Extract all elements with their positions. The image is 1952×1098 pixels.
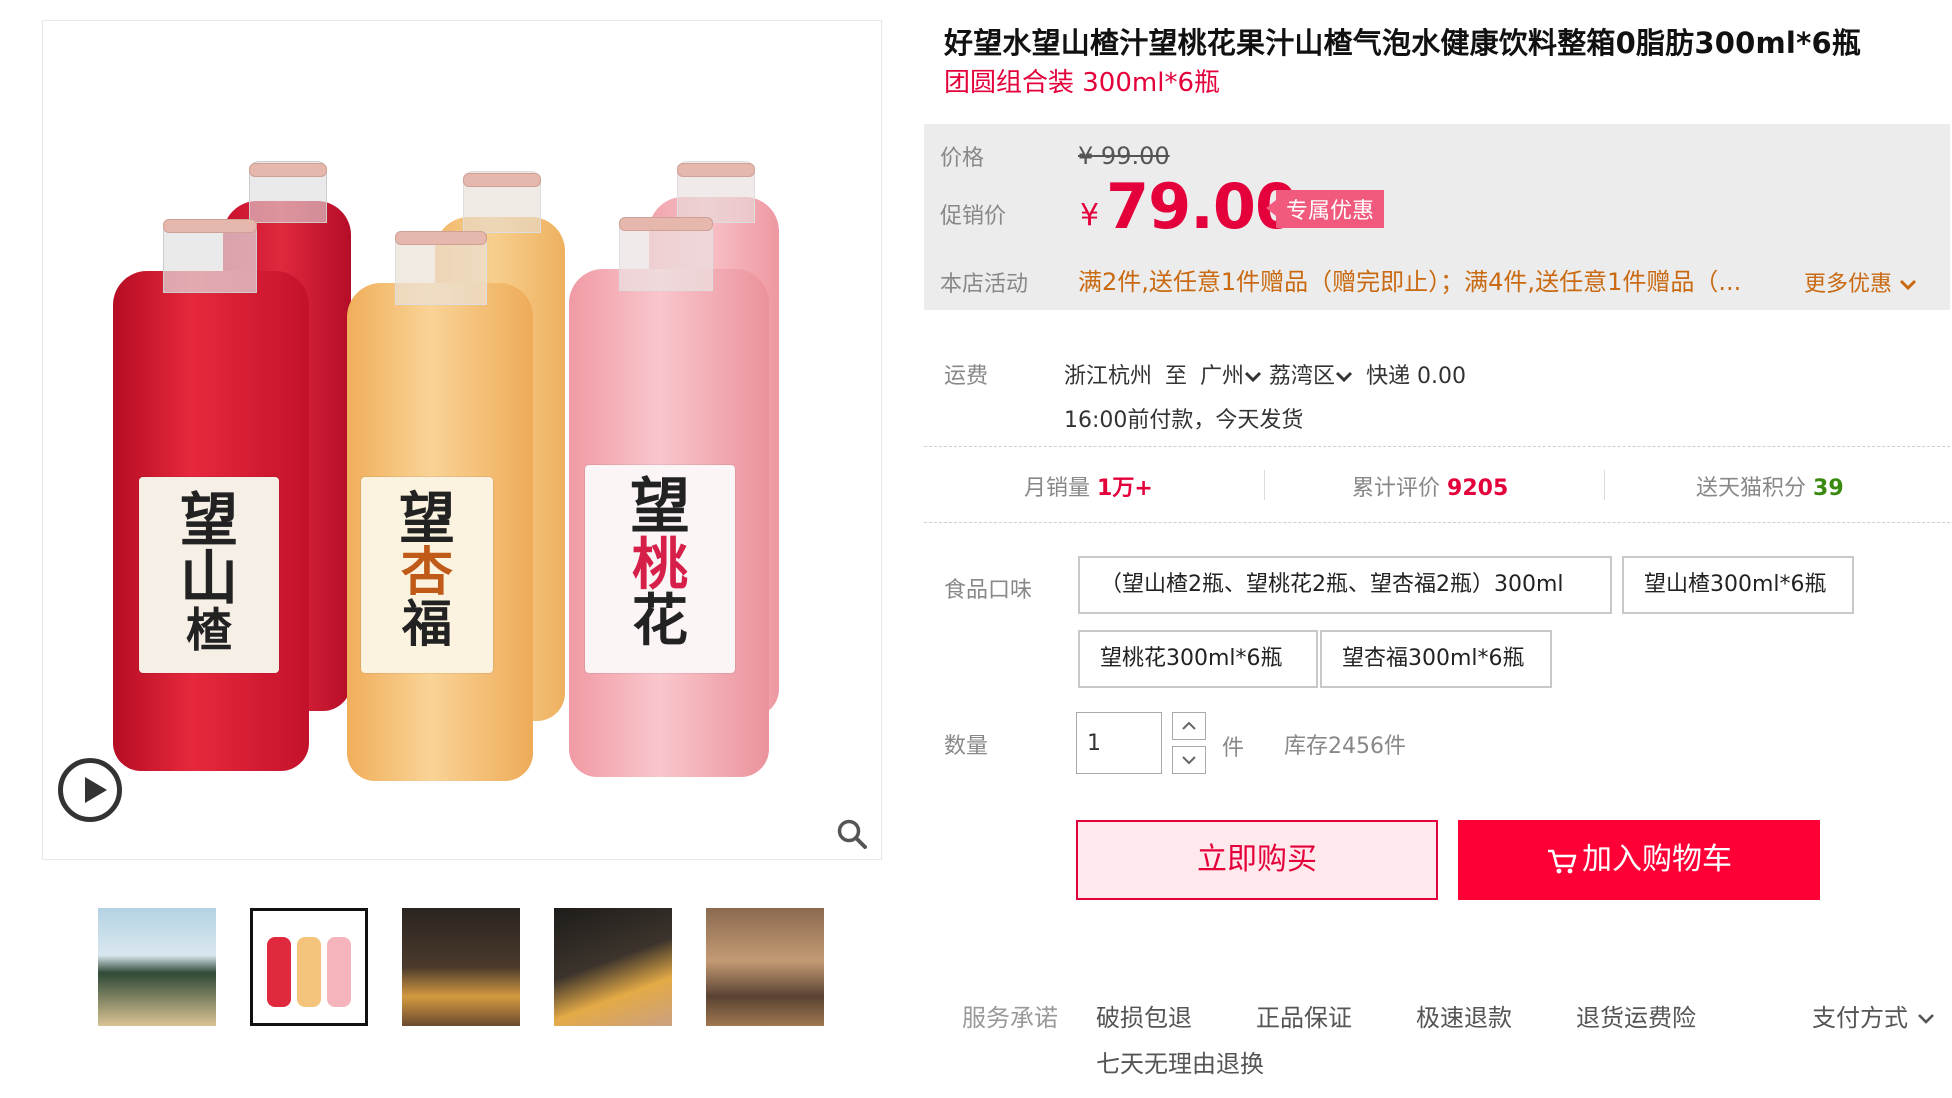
- quantity-input[interactable]: [1076, 712, 1162, 774]
- service-item[interactable]: 七天无理由退换: [1096, 1044, 1264, 1079]
- thumbnail-4[interactable]: [554, 908, 672, 1026]
- main-product-image[interactable]: 望 山 楂 望 杏 福 望 桃 花: [42, 20, 882, 860]
- flavor-label: 食品口味: [944, 578, 1033, 603]
- divider: [924, 522, 1950, 523]
- quantity-decrease-button[interactable]: [1172, 746, 1206, 774]
- original-price: ¥ 99.00: [1078, 142, 1170, 170]
- points-label: 送天猫积分: [1696, 476, 1807, 501]
- zoom-icon[interactable]: [836, 818, 868, 850]
- play-video-button[interactable]: [58, 758, 122, 822]
- activity-label: 本店活动: [940, 272, 1029, 297]
- city-value: 广州: [1200, 364, 1245, 389]
- thumbnail-5[interactable]: [706, 908, 824, 1026]
- price-panel: 价格 ¥ 99.00 促销价 ¥ 79.00 专属优惠 本店活动 满2件,送任意…: [924, 124, 1950, 310]
- flavor-option-peach[interactable]: 望桃花300ml*6瓶: [1078, 630, 1318, 688]
- bottle-cap: [619, 217, 713, 231]
- reviews-label: 累计评价: [1352, 476, 1441, 501]
- shipping-route: 浙江杭州 至 广州 荔湾区 快递 0.00: [1064, 358, 1466, 390]
- service-label: 服务承诺: [962, 1004, 1058, 1032]
- monthly-sales: 月销量 1万+: [1024, 470, 1153, 502]
- chevron-down-icon: [1917, 1014, 1934, 1024]
- service-item[interactable]: 退货运费险: [1576, 998, 1696, 1033]
- payment-label: 支付方式: [1812, 1004, 1908, 1032]
- more-offers-label: 更多优惠: [1804, 272, 1893, 297]
- chevron-down-icon: [1899, 279, 1917, 291]
- ship-from: 浙江杭州: [1064, 364, 1153, 389]
- chevron-down-icon: [1182, 756, 1196, 765]
- thumbnail-3[interactable]: [402, 908, 520, 1026]
- buy-now-button[interactable]: 立即购买: [1076, 820, 1438, 900]
- quantity-unit: 件: [1222, 736, 1245, 761]
- quantity-label: 数量: [944, 734, 989, 759]
- product-subtitle: 团圆组合装 300ml*6瓶: [944, 68, 1220, 98]
- bottle-cap: [249, 163, 327, 177]
- monthly-sales-label: 月销量: [1024, 476, 1091, 501]
- points-value: 39: [1813, 476, 1844, 501]
- bottle-cap: [677, 163, 755, 177]
- thumb-bottle: [267, 937, 291, 1007]
- divider: [1264, 470, 1265, 500]
- exclusive-discount-badge: 专属优惠: [1265, 190, 1385, 228]
- apricot-label: 望 杏 福: [361, 477, 493, 673]
- thumb-bottle: [297, 937, 321, 1007]
- promo-price-label: 促销价: [940, 204, 1007, 229]
- thumbnail-2[interactable]: [250, 908, 368, 1026]
- service-item[interactable]: 正品保证: [1256, 998, 1352, 1033]
- more-offers-link[interactable]: 更多优惠: [1804, 266, 1917, 298]
- original-price-value: 99.00: [1100, 142, 1170, 170]
- quantity-increase-button[interactable]: [1172, 712, 1206, 740]
- divider: [924, 446, 1950, 447]
- cart-icon: [1548, 849, 1577, 873]
- flavor-option-mixed[interactable]: （望山楂2瓶、望桃花2瓶、望杏福2瓶）300ml: [1078, 556, 1612, 614]
- bottle-cap: [395, 231, 487, 245]
- tmall-points: 送天猫积分 39: [1696, 470, 1844, 502]
- add-to-cart-label: 加入购物车: [1582, 842, 1732, 877]
- flavor-option-hawthorn[interactable]: 望山楂300ml*6瓶: [1622, 556, 1854, 614]
- chevron-up-icon: [1182, 721, 1196, 730]
- store-activity-text: 满2件,送任意1件赠品（赠完即止）；满4件,送任意1件赠品（...: [1078, 268, 1742, 296]
- total-reviews[interactable]: 累计评价 9205: [1352, 470, 1508, 502]
- bottle-cap: [163, 219, 257, 233]
- chevron-down-icon: [1244, 371, 1262, 383]
- bottle-cap: [463, 173, 541, 187]
- chevron-down-icon: [1336, 371, 1353, 383]
- hawthorn-label: 望 山 楂: [139, 477, 279, 673]
- thumb-bottle: [327, 937, 351, 1007]
- product-title: 好望水望山楂汁望桃花果汁山楂气泡水健康饮料整箱0脂肪300ml*6瓶: [944, 26, 1862, 60]
- flavor-option-apricot[interactable]: 望杏福300ml*6瓶: [1320, 630, 1552, 688]
- promo-currency: ¥: [1080, 198, 1100, 233]
- divider: [1604, 470, 1605, 500]
- service-item[interactable]: 破损包退: [1096, 998, 1192, 1033]
- stock-count: 库存2456件: [1284, 734, 1406, 759]
- ship-to-word: 至: [1165, 364, 1188, 389]
- price-label: 价格: [940, 146, 985, 171]
- payment-methods-dropdown[interactable]: 支付方式: [1812, 998, 1936, 1033]
- thumbnail-1[interactable]: [98, 908, 216, 1026]
- reviews-value: 9205: [1447, 476, 1509, 501]
- city-selector[interactable]: 广州: [1200, 364, 1269, 389]
- district-selector[interactable]: 荔湾区: [1269, 364, 1360, 389]
- peach-label: 望 桃 花: [585, 465, 735, 673]
- monthly-sales-value: 1万+: [1097, 476, 1153, 501]
- service-item[interactable]: 极速退款: [1416, 998, 1512, 1033]
- ship-method: 快递 0.00: [1366, 364, 1467, 389]
- original-currency: ¥: [1078, 142, 1094, 170]
- shipping-label: 运费: [944, 364, 989, 389]
- add-to-cart-button[interactable]: 加入购物车: [1458, 820, 1820, 900]
- district-value: 荔湾区: [1269, 364, 1336, 389]
- delivery-note: 16:00前付款，今天发货: [1064, 408, 1304, 433]
